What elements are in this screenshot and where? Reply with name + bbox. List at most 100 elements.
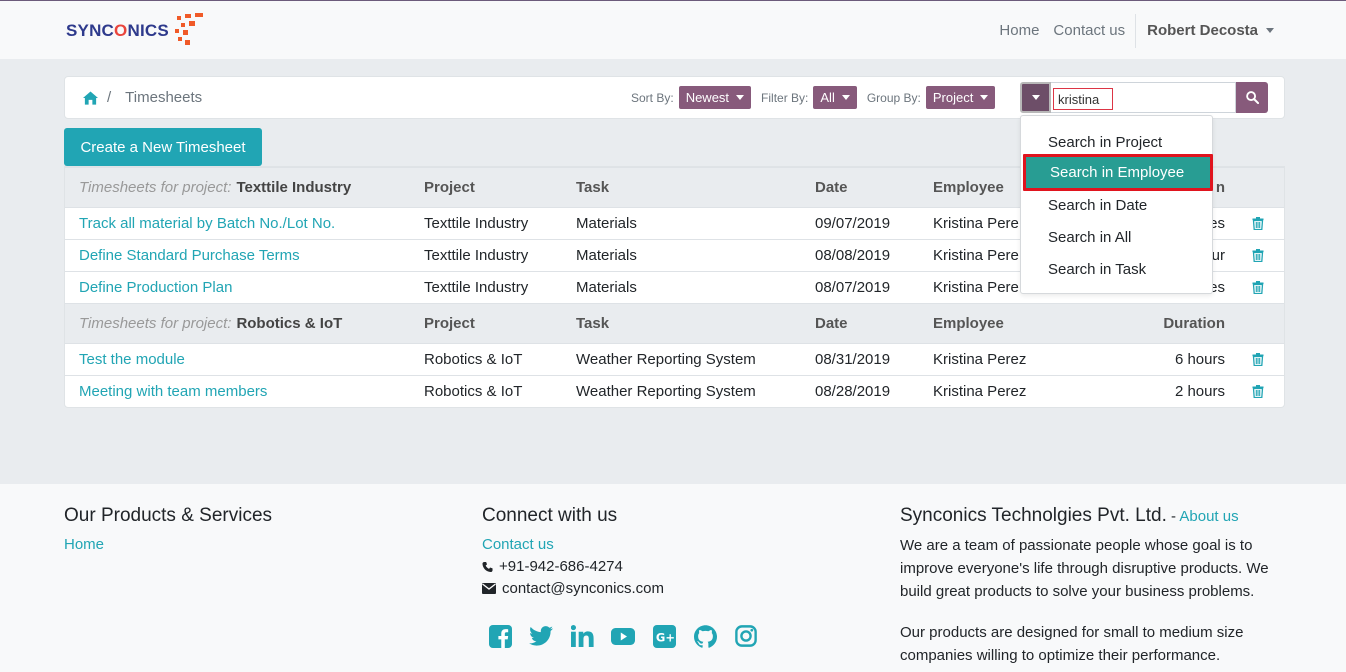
twitter-icon[interactable] bbox=[529, 624, 553, 648]
breadcrumb-separator: / bbox=[107, 89, 112, 106]
nav-home-link[interactable]: Home bbox=[992, 22, 1046, 39]
footer-phone: +91-942-686-4274 bbox=[482, 558, 664, 575]
search-input[interactable] bbox=[1053, 88, 1113, 110]
user-menu[interactable]: Robert Decosta bbox=[1141, 22, 1280, 39]
nav-links: Home Contact us Robert Decosta bbox=[992, 1, 1280, 60]
header-duration: n bbox=[1215, 179, 1225, 196]
breadcrumb: / Timesheets bbox=[83, 77, 202, 118]
search-button[interactable] bbox=[1236, 82, 1268, 113]
search-options-toggle[interactable] bbox=[1020, 82, 1051, 113]
footer-connect: Connect with us Contact us +91-942-686-4… bbox=[482, 505, 664, 597]
trash-icon[interactable] bbox=[1251, 344, 1265, 375]
footer-contact-link[interactable]: Contact us bbox=[482, 536, 664, 553]
timesheet-name-link[interactable]: Define Standard Purchase Terms bbox=[79, 240, 300, 271]
cell-employee: Kristina Pere bbox=[933, 215, 1019, 232]
footer-email: contact@synconics.com bbox=[482, 580, 664, 597]
header-employee: Employee bbox=[933, 179, 1004, 196]
create-timesheet-button[interactable]: Create a New Timesheet bbox=[64, 128, 262, 166]
cell-project: Texttile Industry bbox=[424, 215, 529, 232]
envelope-icon bbox=[482, 583, 496, 594]
cell-project: Robotics & IoT bbox=[424, 383, 523, 400]
footer-products-para: Our products are designed for small to m… bbox=[900, 624, 1244, 664]
facebook-icon[interactable] bbox=[488, 624, 512, 648]
trash-icon[interactable] bbox=[1251, 272, 1265, 303]
search-options-menu: Search in Project Search in Employee Searc… bbox=[1020, 115, 1213, 294]
footer-products-title: Our Products & Services bbox=[64, 505, 273, 526]
cell-project: Robotics & IoT bbox=[424, 351, 523, 368]
cell-project: Texttile Industry bbox=[424, 247, 529, 264]
trash-icon[interactable] bbox=[1251, 240, 1265, 271]
footer-home-link[interactable]: Home bbox=[64, 536, 272, 553]
cell-date: 08/07/2019 bbox=[815, 279, 891, 296]
social-links: G+ bbox=[488, 624, 775, 648]
group-title: Timesheets for project: Texttile Industry bbox=[79, 179, 352, 196]
group-header-row: Timesheets for project: Robotics & IoT Pr… bbox=[65, 303, 1284, 343]
cell-date: 08/31/2019 bbox=[815, 351, 891, 368]
navbar: SYNCONICS Home Contact us Robert Decosta bbox=[0, 0, 1346, 59]
cell-duration: ur bbox=[1211, 247, 1225, 264]
cell-duration: 2 hours bbox=[1174, 383, 1225, 400]
trash-icon[interactable] bbox=[1251, 376, 1265, 407]
header-task: Task bbox=[576, 179, 610, 196]
filter-bar: Sort By: Newest Filter By: All Group By:… bbox=[631, 86, 1005, 109]
footer: Our Products & Services Home Connect wit… bbox=[0, 484, 1346, 672]
home-icon[interactable] bbox=[83, 90, 98, 105]
footer-about-para: We are a team of passionate people whose… bbox=[900, 537, 1269, 600]
toolbar: / Timesheets Sort By: Newest Filter By: … bbox=[64, 76, 1285, 119]
linkedin-icon[interactable] bbox=[570, 624, 594, 648]
timesheet-name-link[interactable]: Meeting with team members bbox=[79, 376, 267, 407]
user-name: Robert Decosta bbox=[1147, 22, 1258, 39]
header-task: Task bbox=[576, 315, 610, 332]
search-option-search-in-date[interactable]: Search in Date bbox=[1021, 189, 1212, 221]
cell-task: Weather Reporting System bbox=[576, 351, 756, 368]
google-plus-icon[interactable]: G+ bbox=[652, 624, 676, 648]
footer-company: Synconics Technolgies Pvt. Ltd. - About … bbox=[900, 505, 1285, 667]
search-option-search-in-task[interactable]: Search in Task bbox=[1021, 253, 1212, 285]
youtube-icon[interactable] bbox=[611, 624, 635, 648]
timesheet-name-link[interactable]: Test the module bbox=[79, 344, 185, 375]
footer-products: Our Products & Services Home bbox=[64, 505, 272, 553]
svg-text:G+: G+ bbox=[655, 630, 674, 644]
cell-project: Texttile Industry bbox=[424, 279, 529, 296]
logo-mark-icon bbox=[171, 13, 205, 49]
timesheet-name-link[interactable]: Define Production Plan bbox=[79, 272, 232, 303]
timesheet-name-link[interactable]: Track all material by Batch No./Lot No. bbox=[79, 208, 335, 239]
cell-date: 08/08/2019 bbox=[815, 247, 891, 264]
trash-icon[interactable] bbox=[1251, 208, 1265, 239]
cell-duration: 6 hours bbox=[1174, 351, 1225, 368]
cell-task: Materials bbox=[576, 215, 637, 232]
header-employee: Employee bbox=[933, 315, 1004, 332]
search-field[interactable] bbox=[1051, 82, 1236, 113]
header-project: Project bbox=[424, 315, 475, 332]
chevron-down-icon bbox=[841, 95, 850, 100]
breadcrumb-current: Timesheets bbox=[125, 89, 203, 106]
logo[interactable]: SYNCONICS bbox=[66, 13, 205, 49]
instagram-icon[interactable] bbox=[734, 624, 758, 648]
cell-task: Materials bbox=[576, 247, 637, 264]
header-date: Date bbox=[815, 179, 848, 196]
search-option-search-in-all[interactable]: Search in All bbox=[1021, 221, 1212, 253]
cell-date: 08/28/2019 bbox=[815, 383, 891, 400]
group-title: Timesheets for project: Robotics & IoT bbox=[79, 315, 343, 332]
cell-date: 09/07/2019 bbox=[815, 215, 891, 232]
github-icon[interactable] bbox=[693, 624, 717, 648]
group-dropdown[interactable]: Project bbox=[925, 86, 996, 109]
cell-employee: Kristina Perez bbox=[933, 351, 1027, 368]
filter-dropdown[interactable]: All bbox=[813, 86, 857, 109]
header-duration: Duration bbox=[1163, 315, 1225, 332]
cell-employee: Kristina Perez bbox=[933, 383, 1027, 400]
logo-text: SYNCONICS bbox=[66, 21, 169, 40]
chevron-down-icon bbox=[1031, 95, 1040, 100]
footer-company-title: Synconics Technolgies Pvt. Ltd. - About … bbox=[900, 505, 1239, 526]
header-date: Date bbox=[815, 315, 848, 332]
sort-dropdown[interactable]: Newest bbox=[678, 86, 752, 109]
footer-connect-title: Connect with us bbox=[482, 505, 618, 526]
search-group bbox=[1020, 82, 1268, 113]
cell-task: Weather Reporting System bbox=[576, 383, 756, 400]
table-row: Meeting with team members Robotics & IoT… bbox=[65, 375, 1284, 407]
cell-employee: Kristina Pere bbox=[933, 247, 1019, 264]
search-option-search-in-employee[interactable]: Search in Employee bbox=[1023, 154, 1213, 191]
nav-contact-link[interactable]: Contact us bbox=[1046, 22, 1132, 39]
footer-about-link[interactable]: About us bbox=[1179, 508, 1238, 525]
group-label: Group By: bbox=[866, 90, 921, 105]
